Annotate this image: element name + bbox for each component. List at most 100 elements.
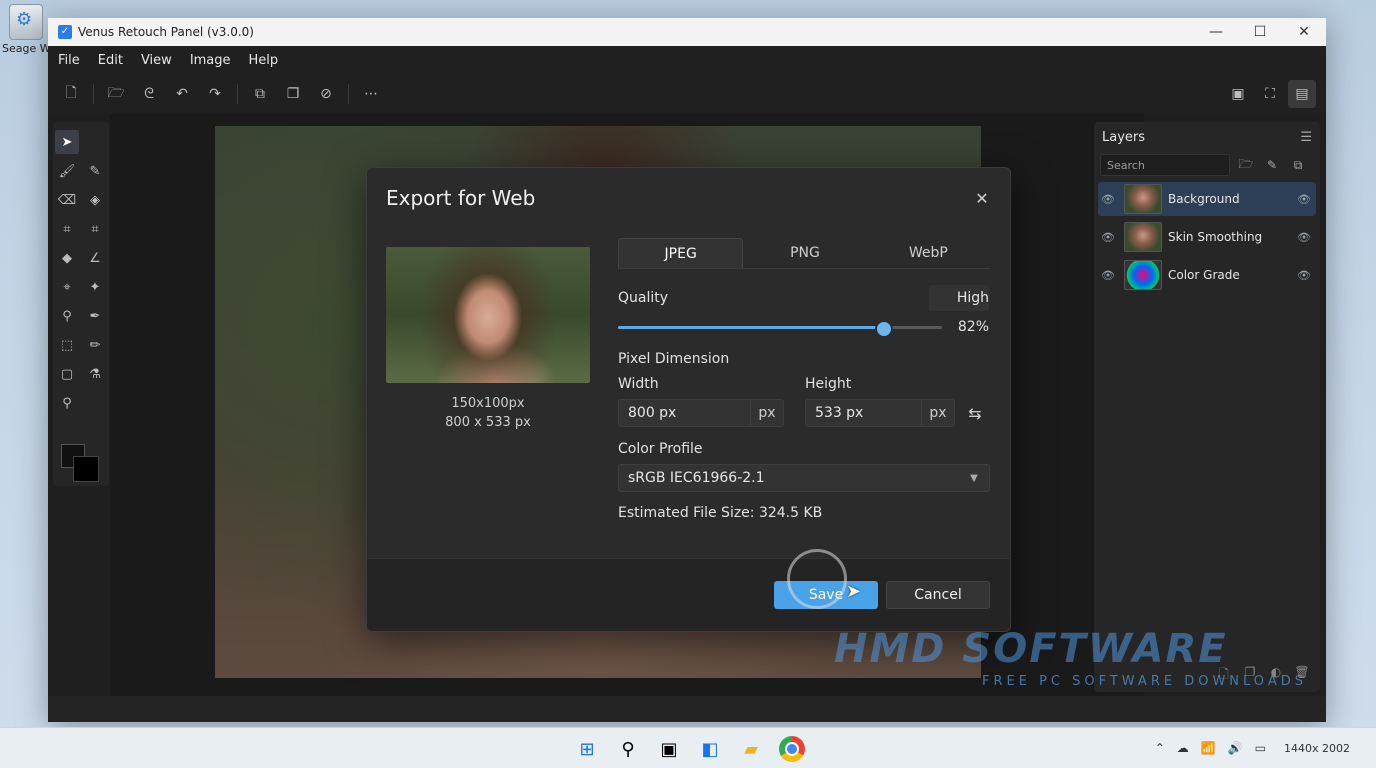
rectangle-tool-icon[interactable]: ▢ (55, 362, 79, 386)
fullscreen-icon[interactable]: ⛶ (1256, 80, 1284, 108)
clock[interactable]: 1440x 2002 (1284, 742, 1350, 755)
close-window-button[interactable]: ✕ (1282, 18, 1326, 46)
visibility-eye-icon[interactable]: 👁 (1098, 269, 1118, 282)
menu-help[interactable]: Help (249, 53, 279, 68)
dialog-title: Export for Web (386, 186, 536, 210)
format-tabs: JPEG PNG WebP (618, 238, 990, 269)
preview-dimensions-label: 800 x 533 px (445, 415, 531, 430)
layer-thumbnail (1124, 260, 1162, 290)
quality-value: 82% (957, 319, 989, 335)
fill-tool-icon[interactable]: ◆ (55, 246, 79, 270)
crop-alt-tool-icon[interactable]: ⌗ (83, 217, 107, 241)
pixel-dimension-label: Pixel Dimension (618, 351, 730, 367)
copy-icon[interactable]: ⧉ (249, 83, 271, 105)
open-folder-icon[interactable]: 🗁 (105, 83, 127, 105)
quality-slider-thumb[interactable] (874, 320, 893, 338)
chevron-down-icon: ▼ (970, 472, 978, 484)
estimated-file-size: Estimated File Size: 324.5 KB (618, 505, 823, 521)
pencil-tool-icon[interactable]: ✏ (83, 333, 107, 357)
layer-item-color-grade[interactable]: 👁 Color Grade 👁 (1098, 258, 1316, 292)
eye-icon[interactable]: 👁 (1292, 193, 1316, 206)
color-profile-label: Color Profile (618, 441, 703, 457)
width-input[interactable] (619, 404, 750, 422)
panel-view-icon[interactable]: ▤ (1288, 80, 1316, 108)
zoom-out-tool-icon[interactable]: ⚲ (55, 391, 79, 415)
background-color-swatch[interactable] (73, 456, 99, 482)
eye-icon[interactable]: 👁 (1292, 269, 1316, 282)
undo-icon[interactable]: ↶ (171, 83, 193, 105)
battery-icon[interactable]: ▭ (1255, 741, 1266, 755)
zoom-tool-icon[interactable]: ⚲ (55, 304, 79, 328)
height-input[interactable] (806, 404, 921, 422)
color-profile-select[interactable]: sRGB IEC61966-2.1 ▼ (618, 464, 990, 492)
cancel-button[interactable]: Cancel (886, 581, 990, 609)
empty-slot (81, 130, 109, 159)
visibility-eye-icon[interactable]: 👁 (1098, 193, 1118, 206)
menu-file[interactable]: File (58, 53, 80, 68)
edit-icon[interactable]: ✎ (1262, 155, 1282, 175)
measure-tool-icon[interactable]: ∠ (83, 246, 107, 270)
desktop-icon[interactable]: Seage W (2, 4, 51, 55)
brush-tool-icon[interactable]: 🖌 (55, 159, 79, 183)
wifi-icon[interactable]: 📶 (1201, 741, 1216, 755)
copy-layer-icon[interactable]: ⧉ (1288, 155, 1308, 175)
tab-webp[interactable]: WebP (867, 238, 990, 268)
desktop-icon-label: Seage W (2, 42, 51, 55)
smudge-tool-icon[interactable]: ◈ (83, 188, 107, 212)
layer-item-skin-smoothing[interactable]: 👁 Skin Smoothing 👁 (1098, 220, 1316, 254)
dropper-tool-icon[interactable]: ⚗ (83, 362, 107, 386)
layers-menu-icon[interactable]: ☰ (1300, 130, 1312, 145)
marquee-tool-icon[interactable]: ⬚ (55, 333, 79, 357)
swap-dimensions-icon[interactable]: ⇆ (964, 399, 986, 427)
transform-tool-icon[interactable]: ⌖ (55, 275, 79, 299)
toolbar-divider (93, 84, 94, 104)
tab-png[interactable]: PNG (743, 238, 866, 268)
height-label: Height (805, 376, 852, 392)
adjust-icon[interactable]: ⊘ (315, 83, 337, 105)
wand-tool-icon[interactable]: ✦ (83, 275, 107, 299)
chrome-icon[interactable] (779, 736, 805, 762)
watermark-logo: HMD SOFTWARE (834, 626, 1228, 672)
chevron-up-icon[interactable]: ⌃ (1155, 741, 1165, 755)
eraser-tool-icon[interactable]: ⌫ (55, 188, 79, 212)
layer-thumbnail (1124, 184, 1162, 214)
tab-jpeg[interactable]: JPEG (618, 238, 744, 268)
menu-image[interactable]: Image (190, 53, 231, 68)
pen-tool-icon[interactable]: ✒ (83, 304, 107, 328)
widgets-icon[interactable]: ◧ (697, 736, 723, 762)
layers-search-input[interactable]: Search (1100, 154, 1230, 176)
search-icon[interactable]: ⚲ (615, 736, 641, 762)
volume-icon[interactable]: 🔊 (1228, 741, 1243, 755)
menu-view[interactable]: View (141, 53, 172, 68)
crop-tool-icon[interactable]: ⌗ (55, 217, 79, 241)
redo-icon[interactable]: ↷ (204, 83, 226, 105)
dialog-close-icon[interactable]: ✕ (968, 184, 996, 212)
quality-preset-badge[interactable]: High (929, 285, 989, 311)
file-explorer-icon[interactable]: ▰ (738, 736, 764, 762)
heal-tool-icon[interactable]: ✎ (83, 159, 107, 183)
eye-icon[interactable]: 👁 (1292, 231, 1316, 244)
minimize-button[interactable]: — (1194, 18, 1238, 46)
quality-slider[interactable] (618, 320, 942, 338)
menu-edit[interactable]: Edit (98, 53, 123, 68)
cloud-icon[interactable]: ☁ (1177, 741, 1189, 755)
height-unit: px (921, 400, 954, 426)
duplicate-icon[interactable]: ❐ (282, 83, 304, 105)
width-field[interactable]: px (618, 399, 784, 427)
window-title: Venus Retouch Panel (v3.0.0) (78, 25, 254, 39)
layer-item-background[interactable]: 👁 Background 👁 (1098, 182, 1316, 216)
new-file-icon[interactable]: 🗋 (60, 83, 82, 105)
save-button[interactable]: Save (774, 581, 878, 609)
lasso-icon[interactable]: ᘓ (138, 83, 160, 105)
task-view-icon[interactable]: ▣ (656, 736, 682, 762)
folder-icon[interactable]: 🗁 (1236, 155, 1256, 175)
height-field[interactable]: px (805, 399, 955, 427)
visibility-eye-icon[interactable]: 👁 (1098, 231, 1118, 244)
windows-start-icon[interactable]: ⊞ (574, 736, 600, 762)
maximize-button[interactable]: ☐ (1238, 18, 1282, 46)
image-view-icon[interactable]: ▣ (1224, 80, 1252, 108)
preview-size-label: 150x100px (451, 396, 525, 411)
layers-title: Layers (1102, 129, 1146, 145)
more-icon[interactable]: ⋯ (360, 83, 382, 105)
move-tool-icon[interactable]: ➤ (55, 130, 79, 154)
